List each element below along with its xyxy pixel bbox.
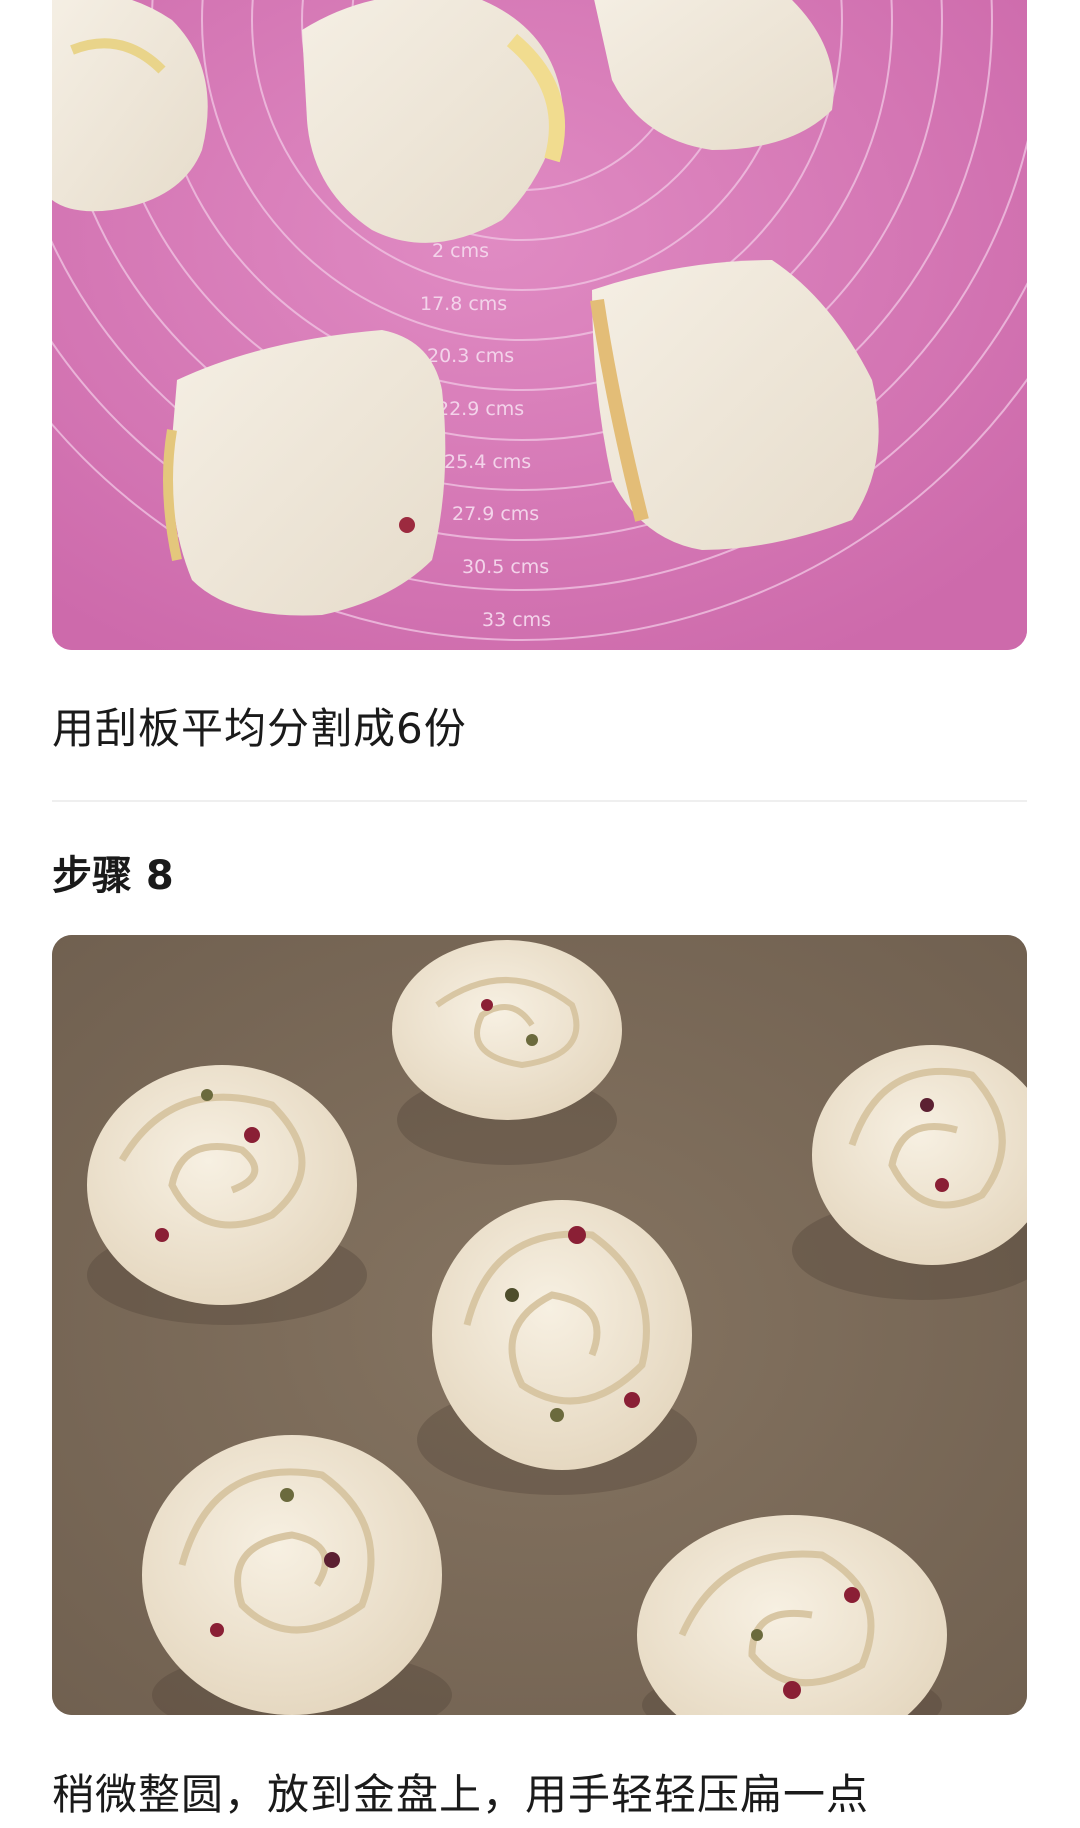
ruler-label: 22.9 cms [437,398,524,420]
ruler-label: 25.4 cms [444,451,531,473]
step-8-photo[interactable] [52,935,1027,1715]
ruler-label: 27.9 cms [452,503,539,525]
ruler-label: 30.5 cms [462,556,549,578]
step-7-description: 用刮板平均分割成6份 [52,704,467,753]
pink-mat-dough-rolls-image: 2 cms 17.8 cms 20.3 cms 22.9 cms 25.4 cm… [52,0,1027,650]
step-divider [52,800,1027,802]
step-7-photo[interactable]: 2 cms 17.8 cms 20.3 cms 22.9 cms 25.4 cm… [52,0,1027,650]
ruler-label: 33 cms [482,609,551,631]
ruler-label: 20.3 cms [427,345,514,367]
step-8-title: 步骤 8 [52,853,174,899]
recipe-steps-page: 2 cms 17.8 cms 20.3 cms 22.9 cms 25.4 cm… [0,0,1080,1828]
baking-tray-dough-spirals-image [52,935,1027,1715]
ruler-label: 2 cms [432,240,489,262]
step-8-description: 稍微整圆，放到金盘上，用手轻轻压扁一点 [52,1770,870,1819]
ruler-label: 17.8 cms [420,293,507,315]
